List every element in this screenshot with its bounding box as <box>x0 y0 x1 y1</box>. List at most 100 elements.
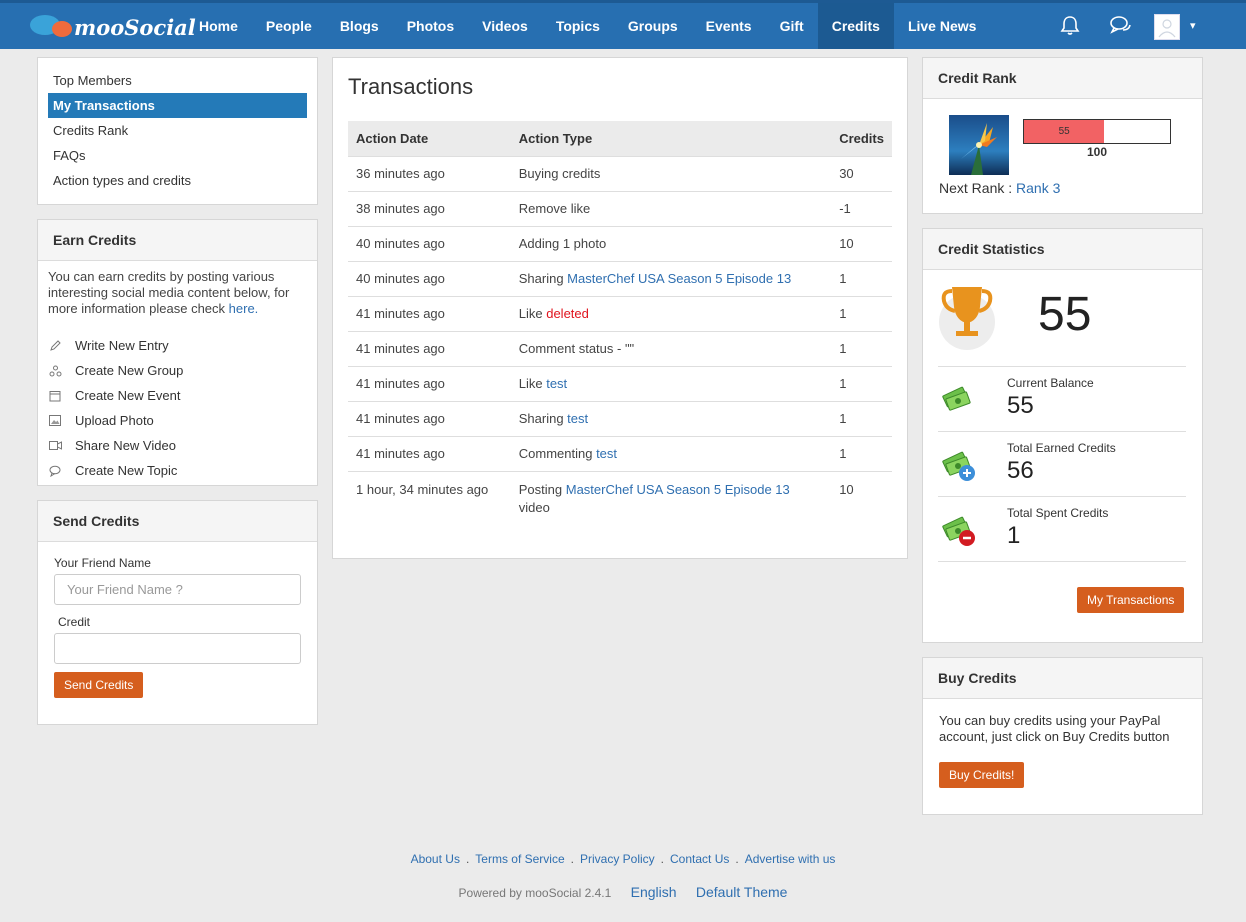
nav-item-blogs[interactable]: Blogs <box>326 3 393 49</box>
footer-separator: . <box>660 852 665 866</box>
table-row: 41 minutes ago Sharing test 1 <box>348 400 892 436</box>
earn-action-create-new-event[interactable]: Create New Event <box>38 383 317 408</box>
nav-item-credits[interactable]: Credits <box>817 3 894 49</box>
table-row: 41 minutes ago Commenting test 1 <box>348 435 892 471</box>
footer-bottom: Powered by mooSocial 2.4.1 English Defau… <box>0 884 1246 900</box>
stat-total-spent-credits: Total Spent Credits 1 <box>938 496 1186 561</box>
action-type-text: Sharing <box>518 271 568 286</box>
footer-separator: . <box>735 852 739 866</box>
here-link[interactable]: here. <box>229 301 259 316</box>
pencil-icon <box>48 339 62 353</box>
earn-action-label[interactable]: Create New Event <box>75 388 181 403</box>
total-credits-value: 55 <box>1038 288 1092 341</box>
bell-icon[interactable] <box>1059 14 1081 39</box>
earn-action-share-new-video[interactable]: Share New Video <box>38 433 317 458</box>
stat-label: Total Earned Credits <box>1007 441 1116 455</box>
action-type-text: Like <box>518 376 547 391</box>
cell-credits: 1 <box>831 400 892 436</box>
credit-rank-panel: Credit Rank 55 100 Next Rank : Rank 3 <box>922 57 1203 214</box>
footer-link-privacy-policy[interactable]: Privacy Policy <box>580 852 655 866</box>
earn-action-create-new-topic[interactable]: Create New Topic <box>38 458 317 483</box>
sidebar-item-action-types-and-credits[interactable]: Action types and credits <box>48 168 307 193</box>
action-target-link[interactable]: test <box>596 446 617 461</box>
earn-action-write-new-entry[interactable]: Write New Entry <box>38 333 317 358</box>
cell-action-date: 36 minutes ago <box>348 155 511 191</box>
transactions-title: Transactions <box>348 74 474 99</box>
nav-item-home[interactable]: Home <box>185 3 252 49</box>
earn-action-label[interactable]: Upload Photo <box>75 413 154 428</box>
user-avatar[interactable] <box>1154 14 1180 40</box>
action-target-link[interactable]: test <box>567 411 588 426</box>
cell-action-type: Remove like <box>510 190 832 226</box>
nav-item-groups[interactable]: Groups <box>614 3 692 49</box>
cell-credits: 1 <box>831 260 892 296</box>
action-target-link[interactable]: test <box>546 376 567 391</box>
earn-action-upload-photo[interactable]: Upload Photo <box>38 408 317 433</box>
nav-item-videos[interactable]: Videos <box>468 3 542 49</box>
send-credits-button[interactable]: Send Credits <box>54 672 144 698</box>
theme-link[interactable]: Default Theme <box>696 884 788 900</box>
action-target-link[interactable]: deleted <box>546 306 589 321</box>
footer-link-contact-us[interactable]: Contact Us <box>670 852 729 866</box>
friend-name-input[interactable] <box>54 574 301 605</box>
stat-value: 55 <box>1007 392 1034 419</box>
action-target-link[interactable]: MasterChef USA Season 5 Episode 13 <box>566 482 790 497</box>
table-row: 40 minutes ago Sharing MasterChef USA Sea… <box>348 260 892 296</box>
footer-link-advertise-with-us[interactable]: Advertise with us <box>745 852 836 866</box>
caret-down-icon[interactable]: ▾ <box>1190 19 1196 32</box>
cell-action-date: 41 minutes ago <box>348 365 511 401</box>
sidebar-item-credits-rank[interactable]: Credits Rank <box>48 118 307 143</box>
sidebar-item-top-members[interactable]: Top Members <box>48 68 307 93</box>
language-link[interactable]: English <box>631 884 677 900</box>
nav-item-people[interactable]: People <box>252 3 326 49</box>
sidebar-item-faqs[interactable]: FAQs <box>48 143 307 168</box>
nav-item-photos[interactable]: Photos <box>393 3 468 49</box>
credit-label: Credit <box>58 615 91 629</box>
cell-action-date: 41 minutes ago <box>348 400 511 436</box>
action-type-text: Adding 1 photo <box>518 236 607 251</box>
action-target-link[interactable]: MasterChef USA Season 5 Episode 13 <box>567 271 791 286</box>
main-nav: Home People Blogs Photos Videos Topics Groups E… <box>185 3 990 49</box>
credit-input[interactable] <box>54 633 301 664</box>
buy-credits-button[interactable]: Buy Credits! <box>939 762 1025 788</box>
nav-item-gift[interactable]: Gift <box>766 3 818 49</box>
video-icon <box>48 439 62 453</box>
table-header-row: Action Date Action Type Credits <box>348 121 892 156</box>
cell-action-date: 41 minutes ago <box>348 435 511 471</box>
send-credits-panel: Send Credits Your Friend Name Credit Sen… <box>37 500 318 725</box>
table-row: 41 minutes ago Comment status - "" 1 <box>348 330 892 366</box>
next-rank-link[interactable]: Rank 3 <box>1016 180 1060 196</box>
next-rank: Next Rank : Rank 3 <box>939 180 1060 196</box>
buy-credits-text: You can buy credits using your PayPal ac… <box>939 713 1170 744</box>
photo-icon <box>48 414 62 428</box>
earn-action-label[interactable]: Share New Video <box>75 438 176 453</box>
nav-item-topics[interactable]: Topics <box>542 3 614 49</box>
calendar-icon <box>48 389 62 403</box>
sidebar-item-my-transactions[interactable]: My Transactions <box>48 93 307 118</box>
buy-credits-panel: Buy Credits You can buy credits using yo… <box>922 657 1203 815</box>
footer-link-about-us[interactable]: About Us <box>411 852 460 866</box>
earn-action-create-new-group[interactable]: Create New Group <box>38 358 317 383</box>
credit-statistics-panel: Credit Statistics 55 Current Balance 55 To… <box>922 228 1203 643</box>
my-transactions-button[interactable]: My Transactions <box>1077 587 1185 613</box>
rank-badge-image <box>949 115 1009 175</box>
chat-icon[interactable] <box>1109 14 1133 39</box>
nav-item-events[interactable]: Events <box>692 3 766 49</box>
money-icon <box>940 381 976 417</box>
footer-link-terms-of-service[interactable]: Terms of Service <box>475 852 564 866</box>
logo[interactable]: mooSocial <box>30 13 196 41</box>
cell-credits: -1 <box>831 190 892 226</box>
logo-bubbles-icon <box>30 13 76 41</box>
earn-action-label[interactable]: Create New Topic <box>75 463 177 478</box>
cell-action-type: Comment status - "" <box>510 330 832 366</box>
column-header-action-date: Action Date <box>348 121 511 156</box>
earn-credits-intro: You can earn credits by posting various … <box>48 269 290 316</box>
earn-action-label[interactable]: Write New Entry <box>75 338 169 353</box>
nav-item-live-news[interactable]: Live News <box>894 3 990 49</box>
credit-statistics-title: Credit Statistics <box>923 229 1202 270</box>
earn-action-label[interactable]: Create New Group <box>75 363 183 378</box>
cell-credits: 1 <box>831 365 892 401</box>
stat-label: Current Balance <box>1007 376 1094 390</box>
cell-credits: 10 <box>831 225 892 261</box>
cell-action-type: Commenting test <box>510 435 832 471</box>
